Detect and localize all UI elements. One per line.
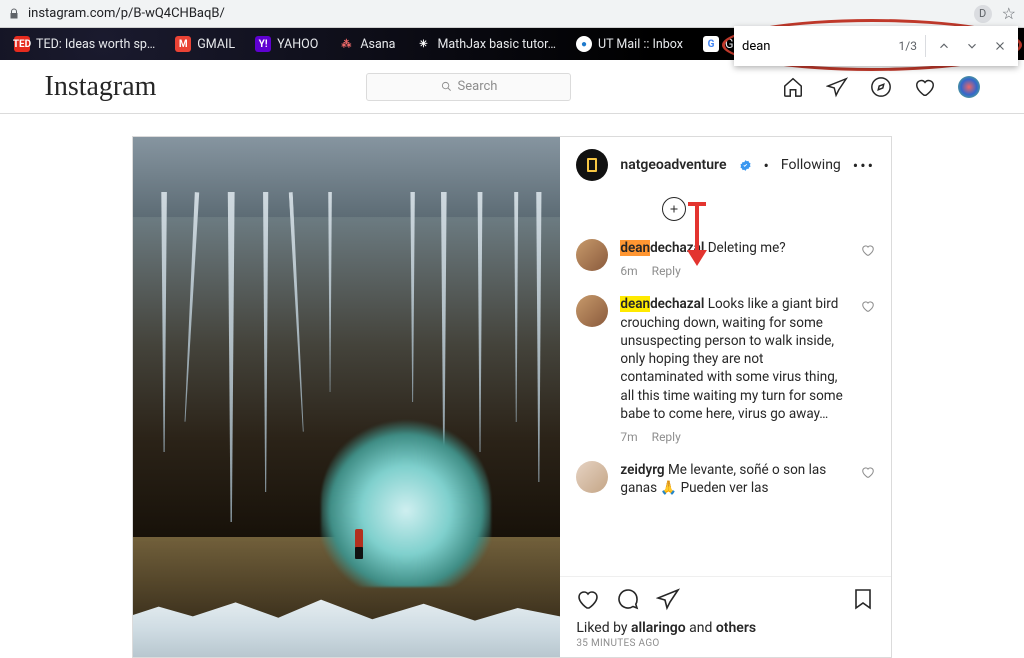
post-sidebar: natgeoadventure • Following ••• deandech… [560, 137, 891, 657]
find-input[interactable] [742, 39, 891, 54]
follow-state[interactable]: Following [781, 157, 841, 173]
profile-avatar-icon[interactable] [958, 76, 980, 98]
gmail-icon: M [175, 36, 191, 52]
gdocs-icon: G [703, 36, 719, 52]
url-text[interactable]: instagram.com/p/B-wQ4CHBaqB/ [28, 6, 968, 21]
find-next-button[interactable] [962, 39, 982, 53]
direct-icon[interactable] [826, 76, 848, 98]
post-header: natgeoadventure • Following ••• [560, 137, 891, 193]
post-timestamp: 35 MINUTES AGO [560, 636, 891, 657]
explore-icon[interactable] [870, 76, 892, 98]
find-in-page: 1/3 [734, 26, 1018, 66]
comments-scroll[interactable]: deandechazal Deleting me? 6m Reply deande… [560, 193, 891, 576]
comment-text: Deleting me? [704, 240, 785, 256]
reply-button[interactable]: Reply [652, 429, 681, 445]
find-count: 1/3 [899, 39, 917, 53]
post: natgeoadventure • Following ••• deandech… [132, 136, 892, 658]
like-icon[interactable] [576, 587, 600, 611]
reply-button[interactable]: Reply [652, 263, 681, 279]
divider [925, 35, 926, 57]
like-comment-icon[interactable] [861, 299, 875, 313]
comment-time: 6m [620, 263, 637, 279]
asana-icon: ⁂ [338, 36, 354, 52]
plus-icon [668, 203, 680, 215]
likes-summary[interactable]: Liked by allaringo and others [560, 620, 891, 636]
post-image[interactable] [133, 137, 560, 657]
comment: deandechazal Looks like a giant bird cro… [576, 287, 875, 453]
commenter-username[interactable]: deandechazal [620, 240, 704, 256]
liked-by-others[interactable]: others [716, 620, 756, 636]
save-icon[interactable] [851, 587, 875, 611]
commenter-avatar[interactable] [576, 239, 608, 271]
commenter-username[interactable]: deandechazal [620, 296, 704, 312]
liked-by-user[interactable]: allaringo [631, 620, 686, 636]
comment-icon[interactable] [616, 587, 640, 611]
commenter-username[interactable]: zeidyrg [620, 462, 664, 478]
mathjax-icon: ✳ [415, 36, 431, 52]
find-close-button[interactable] [990, 39, 1010, 53]
lock-icon [8, 8, 20, 20]
home-icon[interactable] [782, 76, 804, 98]
comment: deandechazal Deleting me? 6m Reply [576, 231, 875, 287]
search-icon [441, 81, 452, 92]
like-comment-icon[interactable] [861, 243, 875, 257]
separator-dot: • [764, 156, 769, 175]
comment-text: Looks like a giant bird crouching down, … [620, 296, 842, 421]
header-nav-icons [782, 76, 980, 98]
commenter-avatar[interactable] [576, 295, 608, 327]
instagram-header: Instagram Search [0, 60, 1024, 114]
comment: zeidyrg Me levante, soñé o son las ganas… [576, 453, 875, 505]
like-comment-icon[interactable] [861, 465, 875, 479]
browser-url-bar: instagram.com/p/B-wQ4CHBaqB/ D ☆ [0, 0, 1024, 28]
post-action-bar [560, 576, 891, 620]
instagram-logo[interactable]: Instagram [45, 71, 157, 103]
post-more-button[interactable]: ••• [853, 156, 875, 175]
author-username[interactable]: natgeoadventure [620, 157, 726, 173]
find-prev-button[interactable] [934, 39, 954, 53]
utmail-icon: ● [576, 36, 592, 52]
search-input[interactable]: Search [366, 73, 571, 101]
tagged-people-button[interactable] [662, 197, 686, 221]
bookmark-item[interactable]: ●UT Mail :: Inbox [570, 33, 689, 55]
extension-icon[interactable]: D [974, 5, 992, 23]
bookmark-item[interactable]: ⁂Asana [332, 33, 401, 55]
bookmark-star-icon[interactable]: ☆ [1002, 4, 1016, 23]
yahoo-icon: Y! [255, 36, 271, 52]
ted-icon: TED [14, 36, 30, 52]
share-icon[interactable] [656, 587, 680, 611]
verified-badge-icon [739, 159, 752, 172]
bookmark-item[interactable]: Y!YAHOO [249, 33, 324, 55]
commenter-avatar[interactable] [576, 461, 608, 493]
author-avatar[interactable] [576, 149, 608, 181]
activity-heart-icon[interactable] [914, 76, 936, 98]
bookmark-item[interactable]: ✳MathJax basic tutor… [409, 33, 562, 55]
comment-time: 7m [620, 429, 637, 445]
bookmark-item[interactable]: TEDTED: Ideas worth sp… [8, 33, 161, 55]
bookmark-item[interactable]: MGMAIL [169, 33, 241, 55]
